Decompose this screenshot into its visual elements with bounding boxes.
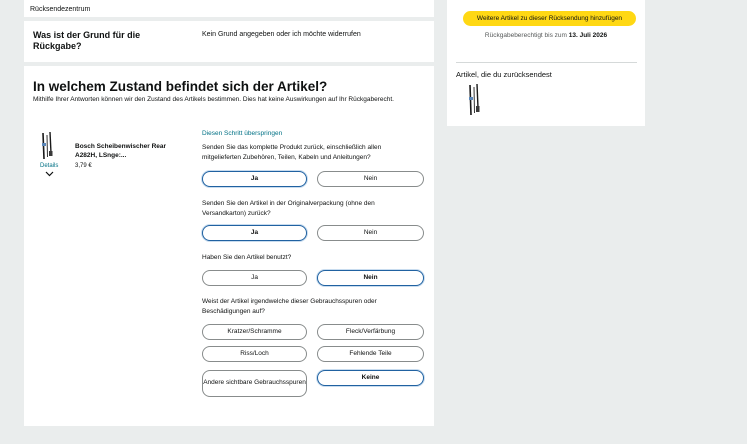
- damage-scratch-button[interactable]: Kratzer/Schramme: [202, 324, 307, 340]
- condition-card: In welchem Zustand befindet sich der Art…: [24, 66, 434, 426]
- return-reason-label: Was ist der Grund für die Rückgabe?: [33, 30, 141, 51]
- chevron-down-icon[interactable]: [45, 171, 54, 177]
- question-packaging-text: Senden Sie den Artikel in der Originalve…: [202, 200, 375, 217]
- damage-stain-button[interactable]: Fleck/Verfärbung: [317, 324, 424, 340]
- damage-none-button[interactable]: Keine: [317, 370, 424, 386]
- question-damage-text: Weist der Artikel irgendwelche dieser Ge…: [202, 298, 377, 315]
- return-summary-card: Weitere Artikel zu dieser Rücksendung hi…: [447, 0, 645, 126]
- page-subtitle: Mithilfe Ihrer Antworten können wir den …: [33, 96, 394, 103]
- product-price: 3,79 €: [75, 163, 92, 169]
- page-title: In welchem Zustand befindet sich der Art…: [33, 79, 328, 94]
- returned-items-heading: Artikel, die du zurücksendest: [456, 70, 552, 79]
- packaging-no-button[interactable]: Nein: [317, 225, 424, 241]
- complete-yes-button[interactable]: Ja: [202, 171, 307, 187]
- return-reason-value: Kein Grund angegeben oder ich möchte wid…: [202, 31, 361, 38]
- return-reason-card: Was ist der Grund für die Rückgabe? Kein…: [24, 21, 434, 62]
- breadcrumb-card: Rücksendezentrum: [24, 0, 434, 17]
- damage-tear-button[interactable]: Riss/Loch: [202, 346, 307, 362]
- damage-missing-parts-button[interactable]: Fehlende Teile: [317, 346, 424, 362]
- used-yes-button[interactable]: Ja: [202, 270, 307, 286]
- question-complete-text: Senden Sie das komplette Produkt zurück,…: [202, 144, 382, 161]
- used-no-button[interactable]: Nein: [317, 270, 424, 286]
- breadcrumb[interactable]: Rücksendezentrum: [30, 6, 90, 13]
- question-used-text: Haben Sie den Artikel benutzt?: [202, 254, 292, 261]
- complete-no-button[interactable]: Nein: [317, 171, 424, 187]
- packaging-yes-button[interactable]: Ja: [202, 225, 307, 241]
- damage-other-button[interactable]: Andere sichtbare Gebrauchsspuren: [202, 370, 307, 397]
- deadline-date: 13. Juli 2026: [568, 32, 608, 39]
- deadline-prefix: Rückgabeberechtigt bis zum: [484, 32, 567, 39]
- add-more-items-button[interactable]: Weitere Artikel zu dieser Rücksendung hi…: [463, 11, 636, 26]
- return-deadline: Rückgabeberechtigt bis zum 13. Juli 2026: [447, 32, 645, 39]
- divider: [456, 62, 637, 63]
- wiper-blade-image: [42, 131, 53, 160]
- skip-step-link[interactable]: Diesen Schritt überspringen: [202, 130, 282, 137]
- details-link[interactable]: Details: [40, 163, 58, 169]
- wiper-blade-thumbnail: [469, 83, 480, 116]
- product-name: Bosch Scheibenwischer Rear A282H, LSnge:…: [75, 143, 167, 159]
